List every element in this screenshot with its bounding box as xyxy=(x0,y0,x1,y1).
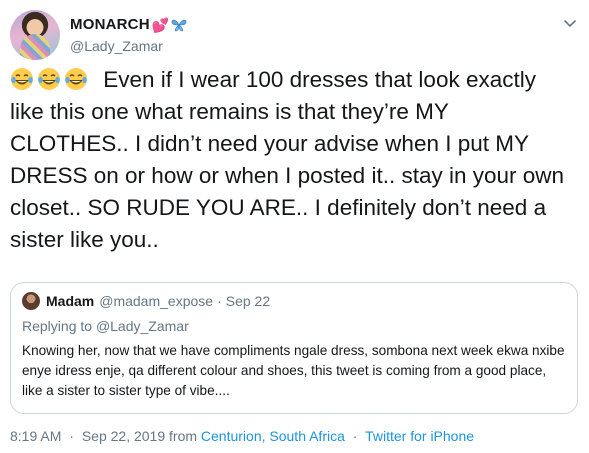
tweet-text: Even if I wear 100 dresses that look exa… xyxy=(10,67,565,252)
author-avatar[interactable] xyxy=(10,10,60,60)
separator-dot: · xyxy=(217,293,222,309)
quoted-tweet-text: Knowing her, now that we have compliment… xyxy=(22,343,565,398)
location-link[interactable]: Centurion, South Africa xyxy=(201,428,345,444)
tweet-time: 8:19 AM xyxy=(10,428,62,444)
laughing-emojis xyxy=(10,67,97,92)
face-with-tears-of-joy-icon xyxy=(38,68,60,90)
replying-to-label: Replying to xyxy=(22,318,93,334)
tweet-header: MONARCH 💕 @Lady_Zamar xyxy=(10,10,579,62)
quoted-author-name: Madam xyxy=(46,293,95,309)
author-name-row[interactable]: MONARCH 💕 xyxy=(70,16,187,33)
separator-dot: · xyxy=(352,428,358,444)
author-handle[interactable]: @Lady_Zamar xyxy=(70,38,163,54)
two-hearts-icon: 💕 xyxy=(151,16,170,33)
quoted-tweet-header: Madam @madam_expose · Sep 22 xyxy=(22,292,270,310)
quoted-author-avatar xyxy=(22,292,40,310)
source-link[interactable]: Twitter for iPhone xyxy=(365,428,474,444)
chevron-down-icon[interactable] xyxy=(563,16,577,30)
tweet-date: Sep 22, 2019 xyxy=(81,428,166,444)
tweet-meta: 8:19 AM · Sep 22, 2019 from Centurion, S… xyxy=(10,428,474,444)
face-with-tears-of-joy-icon xyxy=(11,68,33,90)
quoted-tweet[interactable]: Madam @madam_expose · Sep 22 Replying to… xyxy=(10,282,578,414)
butterfly-icon xyxy=(171,19,187,31)
quoted-date: Sep 22 xyxy=(225,293,271,309)
tweet-body: Even if I wear 100 dresses that look exa… xyxy=(10,64,570,256)
quoted-author-handle: @madam_expose xyxy=(99,293,214,309)
from-label: from xyxy=(169,428,198,444)
replying-to-handle: @Lady_Zamar xyxy=(95,318,189,334)
replying-to: Replying to @Lady_Zamar xyxy=(22,318,189,334)
separator-dot: · xyxy=(69,428,74,444)
face-with-tears-of-joy-icon xyxy=(65,68,87,90)
avatar-image-detail xyxy=(20,34,50,60)
author-display-name[interactable]: MONARCH xyxy=(70,16,150,33)
